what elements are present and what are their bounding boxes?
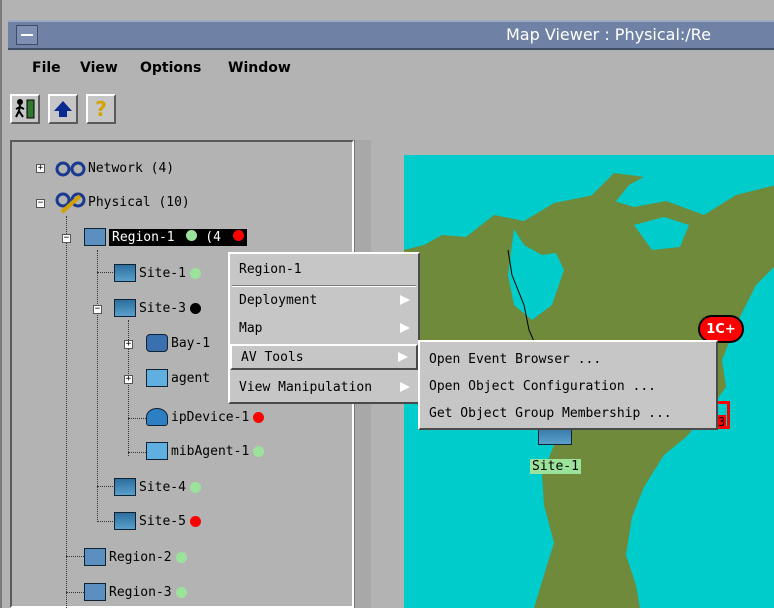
menu-item-map[interactable]: Map	[230, 315, 418, 341]
site-icon	[114, 512, 136, 530]
menu-file[interactable]: File	[32, 60, 61, 76]
ip-device-icon	[146, 408, 168, 426]
tree-node-network[interactable]: Network (4)	[54, 157, 174, 179]
menu-item-view-manipulation[interactable]: View Manipulation	[230, 374, 418, 400]
status-dot	[189, 515, 201, 527]
site-icon	[114, 264, 136, 282]
help-button[interactable]: ?	[86, 94, 116, 124]
menu-view[interactable]: View	[80, 60, 118, 76]
tree-node-physical[interactable]: Physical (10)	[54, 191, 190, 214]
status-dot	[253, 445, 265, 457]
av-tools-submenu: Open Event Browser ... Open Object Confi…	[418, 340, 718, 430]
up-arrow-icon	[54, 101, 72, 117]
tree-node-region-3[interactable]: Region-3	[84, 581, 187, 603]
expand-agent[interactable]: +	[124, 375, 133, 384]
menu-item-av-tools[interactable]: AV Tools	[230, 344, 418, 370]
region-icon	[84, 583, 106, 601]
menu-options[interactable]: Options	[140, 60, 201, 76]
agent-icon	[146, 442, 168, 460]
status-dot	[253, 411, 265, 423]
site-1-map-label: Site-1	[530, 459, 581, 474]
expand-bay-1[interactable]: +	[124, 340, 133, 349]
window-title: Map Viewer : Physical:/Re	[506, 25, 711, 44]
menu-item-open-event-browser[interactable]: Open Event Browser ...	[420, 346, 716, 372]
site-icon	[114, 478, 136, 496]
network-icon	[55, 161, 86, 177]
collapse-physical[interactable]: −	[36, 199, 45, 208]
up-button[interactable]	[48, 94, 78, 124]
menu-item-open-object-configuration[interactable]: Open Object Configuration ...	[420, 373, 716, 399]
tree-node-site-1[interactable]: Site-1	[114, 262, 201, 284]
region-icon	[84, 548, 106, 566]
title-bar[interactable]: Map Viewer : Physical:/Re	[8, 20, 774, 50]
context-menu: Region-1 Deployment Map AV Tools View Ma…	[228, 252, 420, 404]
status-dot	[232, 229, 244, 241]
expand-network[interactable]: +	[36, 164, 45, 173]
bay-icon	[146, 334, 168, 352]
exit-icon	[15, 99, 35, 119]
tree-node-site-4[interactable]: Site-4	[114, 476, 201, 498]
tree-node-ipdevice-1[interactable]: ipDevice-1	[146, 406, 265, 428]
window-menu-button[interactable]	[16, 25, 38, 45]
status-dot	[175, 586, 187, 598]
physical-icon	[55, 192, 86, 214]
tree-node-region-1[interactable]: Region-1 (4	[84, 226, 247, 248]
submenu-arrow-icon	[400, 323, 410, 333]
tree-node-agent[interactable]: agent	[146, 367, 210, 389]
region-icon	[84, 228, 106, 246]
status-dot	[189, 302, 201, 314]
site-icon	[114, 299, 136, 317]
status-dot	[189, 267, 201, 279]
status-dot	[175, 551, 187, 563]
region-1-label: Region-1 (4	[109, 228, 247, 246]
collapse-site-3[interactable]: −	[93, 305, 102, 314]
status-dot	[189, 481, 201, 493]
submenu-arrow-icon	[400, 295, 410, 305]
submenu-arrow-icon	[398, 352, 408, 362]
menu-item-get-object-group-membership[interactable]: Get Object Group Membership ...	[420, 400, 716, 426]
status-dot	[186, 229, 198, 241]
menu-bar: File View Options Window	[8, 52, 774, 86]
menu-window[interactable]: Window	[228, 60, 291, 76]
exit-button[interactable]	[10, 94, 40, 124]
tree-node-site-3[interactable]: Site-3	[114, 297, 201, 319]
agent-icon	[146, 369, 168, 387]
collapse-region-1[interactable]: −	[62, 234, 71, 243]
alarm-badge[interactable]: 1C+	[698, 315, 744, 343]
map-viewer-window: Map Viewer : Physical:/Re File View Opti…	[0, 0, 774, 608]
context-menu-header: Region-1	[239, 261, 302, 277]
help-icon: ?	[95, 97, 107, 121]
tree-node-bay-1[interactable]: Bay-1	[146, 332, 210, 354]
badge-number: 3	[717, 415, 727, 429]
menu-item-deployment[interactable]: Deployment	[230, 287, 418, 313]
tree-node-region-2[interactable]: Region-2	[84, 546, 187, 568]
tree-node-mibagent-1[interactable]: mibAgent-1	[146, 440, 265, 462]
tree-node-site-5[interactable]: Site-5	[114, 510, 201, 532]
submenu-arrow-icon	[400, 382, 410, 392]
